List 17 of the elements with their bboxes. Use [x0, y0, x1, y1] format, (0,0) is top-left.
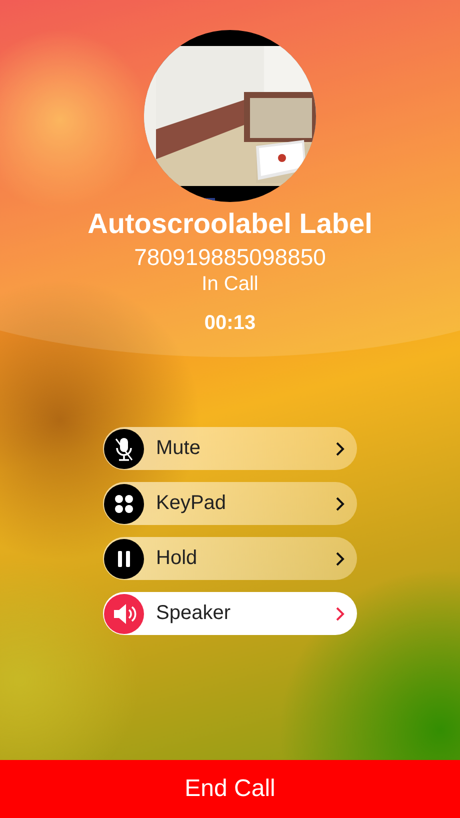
phone-number: 780919885098850 — [134, 244, 326, 271]
speaker-icon — [104, 594, 144, 634]
call-status: In Call — [202, 273, 258, 296]
keypad-icon — [104, 484, 144, 524]
caller-name: Autoscroolabel Label — [88, 208, 372, 240]
end-call-button[interactable]: End Call — [0, 760, 460, 818]
muted-microphone-icon — [104, 428, 144, 468]
call-timer: 00:13 — [204, 312, 256, 335]
option-button[interactable]: Speaker — [103, 592, 357, 635]
chevron-icon — [335, 550, 345, 566]
chevron-icon — [335, 440, 345, 456]
option-button[interactable]: Hold — [103, 537, 357, 580]
option-button[interactable]: Mute — [103, 427, 357, 470]
option-button[interactable]: KeyPad — [103, 482, 357, 525]
chevron-icon — [335, 496, 345, 512]
pause-icon — [104, 538, 144, 578]
chevron-icon — [335, 606, 345, 622]
